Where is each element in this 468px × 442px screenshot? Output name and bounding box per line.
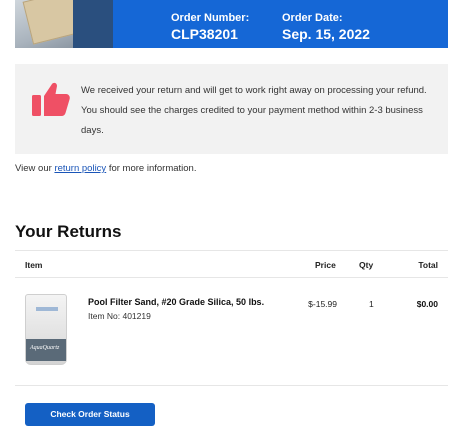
policy-suffix: for more information.: [106, 163, 197, 174]
column-total: Total: [418, 260, 438, 270]
order-banner: Order Number: CLP38201 Order Date: Sep. …: [15, 0, 448, 48]
return-notice: We received your return and will get to …: [15, 64, 448, 154]
column-qty: Qty: [359, 260, 374, 270]
order-date-label: Order Date:: [282, 12, 343, 24]
order-number-field: Order Number: CLP38201: [171, 12, 249, 43]
column-item: Item: [25, 260, 43, 270]
returns-title: Your Returns: [15, 222, 122, 241]
product-image: AquaQuartz: [25, 294, 67, 365]
product-item-number: Item No: 401219: [88, 311, 151, 321]
return-policy-link[interactable]: return policy: [54, 163, 106, 174]
product-brand-mark: [36, 307, 58, 311]
column-price: Price: [315, 260, 336, 270]
product-image-label: AquaQuartz: [30, 345, 60, 351]
check-order-status-button[interactable]: Check Order Status: [25, 403, 155, 426]
policy-prefix: View our: [15, 163, 55, 174]
order-number-label: Order Number:: [171, 12, 250, 24]
returns-table-header: Item Price Qty Total: [15, 250, 448, 278]
table-row: AquaQuartz Pool Filter Sand, #20 Grade S…: [15, 278, 448, 386]
order-date-field: Order Date: Sep. 15, 2022: [282, 12, 370, 43]
return-message: We received your return and will get to …: [81, 85, 427, 136]
product-total: $0.00: [416, 299, 438, 309]
product-qty: 1: [369, 299, 374, 309]
thumbs-up-icon: [32, 82, 70, 116]
banner-photo: [15, 0, 113, 48]
policy-line: View our return policy for more informat…: [15, 163, 196, 174]
order-number-value: CLP38201: [171, 26, 238, 42]
order-date-value: Sep. 15, 2022: [282, 26, 370, 42]
person-shirt-image: [73, 0, 113, 48]
product-price: $-15.99: [308, 299, 337, 309]
product-name: Pool Filter Sand, #20 Grade Silica, 50 l…: [88, 297, 265, 307]
